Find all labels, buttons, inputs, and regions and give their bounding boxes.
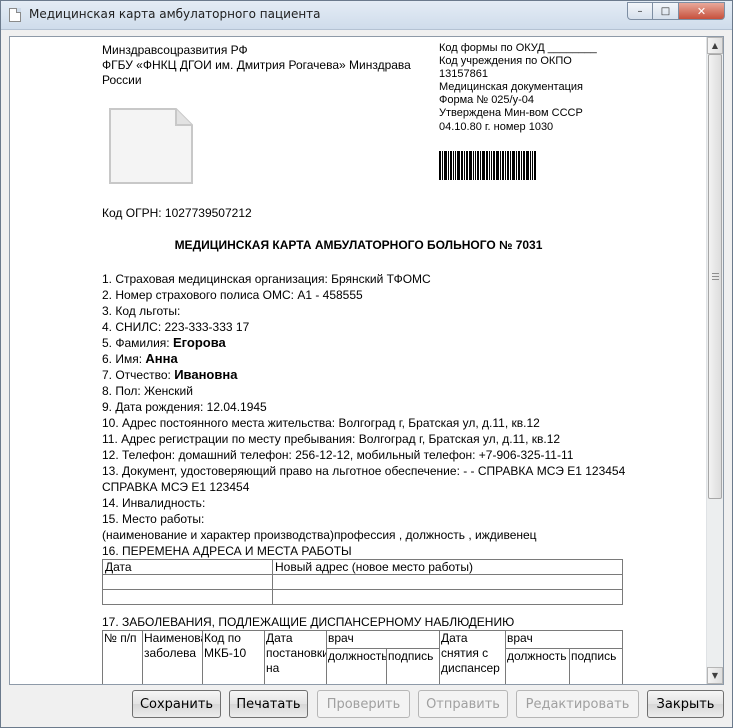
- field-workplace: 15. Место работы:: [102, 512, 205, 526]
- print-button[interactable]: Печатать: [229, 690, 308, 718]
- ministry-line: Минздравсоцразвития РФ: [102, 43, 248, 57]
- app-window: Медицинская карта амбулаторного пациента…: [0, 0, 733, 728]
- field-surname-value: Егорова: [172, 335, 226, 350]
- doctor2-position: должность: [506, 649, 570, 684]
- grip-line: [712, 273, 719, 274]
- col-date-header: Дата: [102, 559, 273, 575]
- doctor-label: врач: [327, 631, 439, 649]
- maximize-button[interactable]: □: [653, 2, 679, 20]
- field-benefit-document: 13. Документ, удостоверяющий право на ль…: [102, 464, 626, 494]
- col-doctor2-header: врач должность подпись: [506, 631, 622, 684]
- field-patronymic-value: Ивановна: [174, 367, 238, 382]
- table-cell: [102, 589, 273, 605]
- minimize-button[interactable]: –: [627, 2, 653, 20]
- section-17-title: 17. ЗАБОЛЕВАНИЯ, ПОДЛЕЖАЩИЕ ДИСПАНСЕРНОМ…: [102, 615, 515, 629]
- address-change-table: Дата Новый адрес (новое место работы): [102, 559, 623, 605]
- document-app-icon: [9, 8, 21, 22]
- close-window-button[interactable]: ✕: [679, 2, 725, 20]
- institution-line-cont: России: [102, 73, 142, 87]
- col-disease-header: Наименование заболева: [143, 631, 203, 684]
- ogrn-code: Код ОГРН: 1027739507212: [102, 206, 252, 220]
- field-benefit-code: 3. Код льготы:: [102, 304, 181, 318]
- col-registered-date-header: Дата постановки на: [265, 631, 327, 684]
- caption-buttons: – □ ✕: [627, 2, 725, 21]
- approval-line: Утверждена Мин-вом СССР: [439, 107, 583, 119]
- field-patronymic: 7. Отчество: Ивановна: [102, 367, 662, 383]
- table-cell: [272, 574, 623, 590]
- institution-line: ФГБУ «ФНКЦ ДГОИ им. Дмитрия Рогачева» Ми…: [102, 58, 411, 72]
- field-name: 6. Имя: Анна: [102, 351, 662, 367]
- action-bar: Сохранить Печатать Проверить Отправить Р…: [1, 687, 732, 727]
- col-number-header: № п/п: [103, 631, 143, 684]
- table-cell: [102, 574, 273, 590]
- patient-fields: 1. Страховая медицинская организация: Бр…: [102, 271, 662, 559]
- save-button[interactable]: Сохранить: [132, 690, 221, 718]
- title-bar[interactable]: Медицинская карта амбулаторного пациента…: [1, 1, 732, 30]
- scroll-down-arrow-icon[interactable]: ▼: [707, 667, 723, 684]
- field-snils: 4. СНИЛС: 223-333-333 17: [102, 320, 250, 334]
- doctor2-signature: подпись: [571, 649, 617, 663]
- approval-date: 04.10.80 г. номер 1030: [439, 121, 554, 133]
- table-cell: [272, 589, 623, 605]
- barcode-image: [439, 151, 537, 180]
- grip-line: [712, 279, 719, 280]
- field-registration: 11. Адрес регистрации по месту пребывани…: [102, 432, 561, 446]
- document-content: Минздравсоцразвития РФ ФГБУ «ФНКЦ ДГОИ и…: [10, 37, 707, 684]
- field-surname: 5. Фамилия: Егорова: [102, 335, 662, 351]
- doctor2-label: врач: [506, 631, 622, 649]
- field-policy: 2. Номер страхового полиса ОМС: А1 - 458…: [102, 288, 363, 302]
- grip-line: [712, 276, 719, 277]
- scroll-up-arrow-icon[interactable]: ▲: [707, 37, 723, 54]
- doctor-signature: подпись: [388, 649, 434, 663]
- close-button[interactable]: Закрыть: [647, 690, 724, 718]
- field-sex: 8. Пол: Женский: [102, 384, 193, 398]
- field-name-value: Анна: [145, 351, 178, 366]
- missing-image-icon: [109, 108, 193, 184]
- vertical-scrollbar[interactable]: ▲ ▼: [706, 37, 723, 684]
- col-removal-date-header: Дата снятия с диспансер: [440, 631, 506, 684]
- okpo-code: 13157861: [439, 68, 488, 80]
- okpo-label: Код учреждения по ОКПО: [439, 55, 572, 67]
- scroll-thumb[interactable]: [708, 54, 722, 499]
- send-button[interactable]: Отправить: [418, 690, 508, 718]
- field-patronymic-label: 7. Отчество:: [102, 368, 175, 382]
- field-birth-date: 9. Дата рождения: 12.04.1945: [102, 400, 267, 414]
- field-surname-label: 5. Фамилия:: [102, 336, 173, 350]
- doc-type: Медицинская документация: [439, 81, 583, 93]
- form-number: Форма № 025/у-04: [439, 94, 534, 106]
- field-workplace-note: (наименование и характер производства)пр…: [102, 528, 537, 542]
- doctor-position: должность: [327, 649, 387, 684]
- col-icd-header: Код по МКБ-10: [203, 631, 265, 684]
- section-16-title: 16. ПЕРЕМЕНА АДРЕСА И МЕСТА РАБОТЫ: [102, 544, 352, 558]
- field-disability: 14. Инвалидность:: [102, 496, 206, 510]
- dispensary-table: № п/п Наименование заболева Код по МКБ-1…: [102, 630, 623, 684]
- field-residence: 10. Адрес постоянного места жительства: …: [102, 416, 540, 430]
- card-title: МЕДИЦИНСКАЯ КАРТА АМБУЛАТОРНОГО БОЛЬНОГО…: [174, 238, 543, 252]
- okud-code: Код формы по ОКУД ________: [439, 42, 597, 54]
- document-viewer[interactable]: Минздравсоцразвития РФ ФГБУ «ФНКЦ ДГОИ и…: [9, 36, 724, 685]
- col-new-address-header: Новый адрес (новое место работы): [272, 559, 623, 575]
- field-phone: 12. Телефон: домашний телефон: 256-12-12…: [102, 448, 574, 462]
- col-doctor-header: врач должность подпись: [327, 631, 440, 684]
- window-title: Медицинская карта амбулаторного пациента: [29, 7, 321, 21]
- edit-button[interactable]: Редактировать: [516, 690, 639, 718]
- field-name-label: 6. Имя:: [102, 352, 146, 366]
- check-button[interactable]: Проверить: [317, 690, 410, 718]
- field-insurer: 1. Страховая медицинская организация: Бр…: [102, 272, 431, 286]
